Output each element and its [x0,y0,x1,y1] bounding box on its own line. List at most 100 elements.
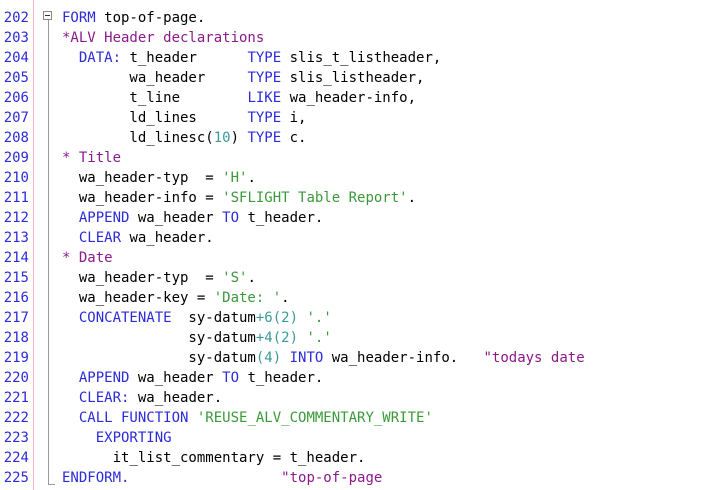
code-token: +4(2) [255,330,299,346]
code-text: APPEND wa_header TO t_header. [62,208,323,228]
line-number: 208 [3,130,29,146]
code-token: +6(2) [255,310,299,326]
code-token: ENDFORM. [62,470,130,486]
line-number: 211 [3,190,29,206]
code-token: slis_t_listheader, [281,50,442,66]
code-token: t_header. [239,370,324,386]
line-number: 203 [3,30,29,46]
code-text: * Date [62,248,113,268]
code-token: APPEND [78,370,130,386]
code-token: "top-of-page [281,470,383,486]
code-token: INTO [289,350,324,366]
code-text: wa_header-key = 'Date: '. [62,288,290,308]
code-token: 'H' [222,170,248,186]
code-token: wa_header-typ = [62,270,223,286]
code-text: APPEND wa_header TO t_header. [62,368,323,388]
code-token: 'S' [222,270,248,286]
line-number: 207 [3,110,29,126]
code-token: . [247,270,256,286]
code-token: wa_header. [129,390,223,406]
fold-guide-end [48,484,55,485]
code-token: ld_linesc( [62,130,214,146]
code-token: wa_header-info, [281,90,417,106]
code-token: c. [281,130,307,146]
code-token: wa_header-info. [323,350,484,366]
line-number: 225 [3,470,29,486]
code-token: wa_header. [121,230,214,246]
code-text: *ALV Header declarations [62,28,264,48]
line-number: 206 [3,90,29,106]
code-text: * Title [62,148,121,168]
code-token: 'SFLIGHT Table Report' [222,190,408,206]
code-token: CONCATENATE [78,310,172,326]
code-token: wa_header [62,70,248,86]
code-token: slis_listheader, [281,70,425,86]
code-token: 'Date: ' [213,290,282,306]
code-token: t_header. [239,210,324,226]
code-token: 'REUSE_ALV_COMMENTARY_WRITE' [196,410,433,426]
line-number: 205 [3,70,29,86]
code-token: i, [281,110,307,126]
line-number: 221 [3,390,29,406]
line-number: 220 [3,370,29,386]
line-number: 215 [3,270,29,286]
code-token: . [281,290,290,306]
line-number: 222 [3,410,29,426]
code-editor[interactable]: 202 FORM top-of-page. 203 *ALV Header decla… [0,0,704,490]
line-number: 214 [3,250,29,266]
code-text: wa_header-info = 'SFLIGHT Table Report'. [62,188,416,208]
code-token: ld_lines [62,110,248,126]
line-number: 223 [3,430,29,446]
code-token: TYPE [247,110,282,126]
code-text: FORM top-of-page. [62,8,205,28]
code-token: TYPE [247,50,282,66]
line-number: 212 [3,210,29,226]
code-token: (4) [255,350,282,366]
code-text: ld_linesc(10) TYPE c. [62,128,306,148]
code-token: sy-datum [171,310,256,326]
line-number: 202 [3,10,29,26]
gutter-separator [33,0,34,490]
code-text: t_line LIKE wa_header-info, [62,88,416,108]
code-token: . [247,170,256,186]
code-token: wa_header-typ = [62,170,223,186]
code-token: t_line [62,90,248,106]
code-text: CALL FUNCTION 'REUSE_ALV_COMMENTARY_WRIT… [62,408,433,428]
code-text: it_list_commentary = t_header. [62,448,366,468]
code-token: * Date [62,250,113,266]
code-token: * Title [62,150,122,166]
code-token: CLEAR: [78,390,130,406]
code-token: it_list_commentary = t_header. [62,450,366,466]
code-token: 10 [213,130,231,146]
code-token: TYPE [247,130,282,146]
code-text: CLEAR: wa_header. [62,388,222,408]
code-token: CLEAR [78,230,122,246]
code-text: wa_header TYPE slis_listheader, [62,68,424,88]
fold-collapse-icon[interactable] [43,11,52,20]
code-token: LIKE [247,90,282,106]
code-token: wa_header [129,370,223,386]
code-token: FORM [62,10,96,26]
code-text: ENDFORM. "top-of-page [62,468,382,488]
code-token: TYPE [247,70,282,86]
code-token: '.' [306,310,332,326]
line-number: 218 [3,330,29,346]
code-token: EXPORTING [95,430,172,446]
line-number: 210 [3,170,29,186]
code-token: wa_header-key = [62,290,214,306]
line-number: 217 [3,310,29,326]
code-text: DATA: t_header TYPE slis_t_listheader, [62,48,441,68]
code-text: sy-datum(4) INTO wa_header-info. "todays… [62,348,584,368]
code-token: wa_header [129,210,223,226]
code-text: CLEAR wa_header. [62,228,214,248]
code-token: sy-datum [62,350,256,366]
fold-guide-line [48,20,49,485]
